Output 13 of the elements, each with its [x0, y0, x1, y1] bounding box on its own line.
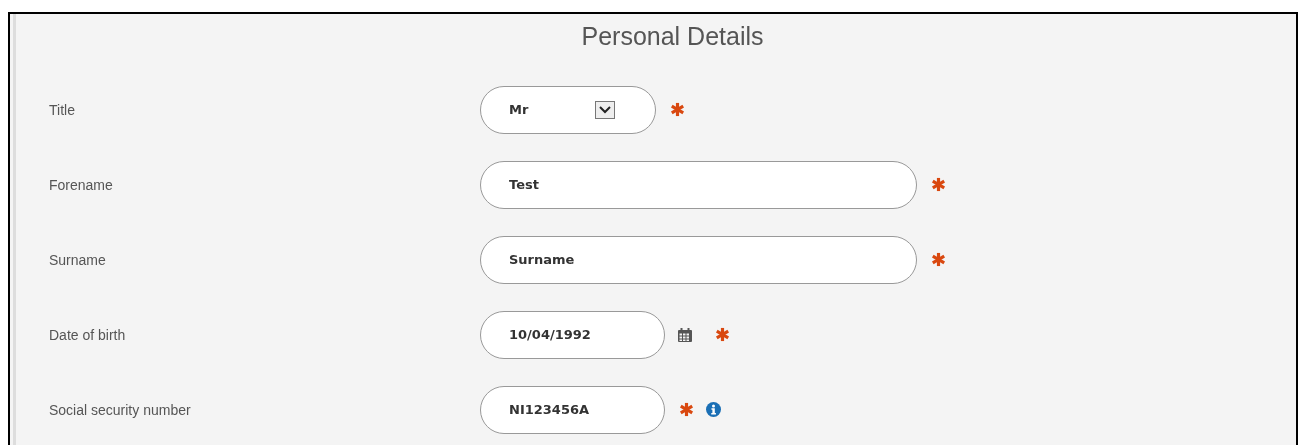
title-dropdown[interactable]: Mr: [480, 85, 656, 134]
info-icon[interactable]: [706, 402, 721, 417]
calendar-icon[interactable]: [677, 326, 693, 343]
input-field[interactable]: Test: [480, 160, 917, 209]
section-title: Personal Details: [580, 21, 765, 52]
input-field[interactable]: 10/04/1992: [480, 310, 665, 359]
field-label: Date of birth: [49, 326, 127, 343]
input-field[interactable]: NI123456A: [480, 385, 665, 434]
field-label: Forename: [49, 176, 114, 193]
field-label: Title: [49, 101, 76, 118]
field-label: Surname: [49, 251, 107, 268]
field-label: Social security number: [49, 401, 192, 418]
input-field[interactable]: Surname: [480, 235, 917, 284]
